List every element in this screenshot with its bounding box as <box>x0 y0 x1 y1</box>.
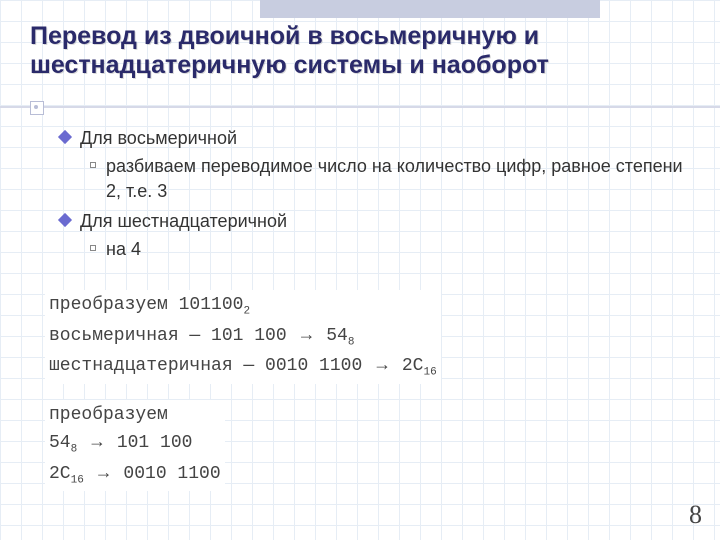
code-text: 2C <box>391 356 423 376</box>
subscript: 8 <box>71 444 78 456</box>
arrow-icon: → <box>373 354 391 374</box>
diamond-icon <box>58 130 72 144</box>
example-line: преобразуем 1011002 <box>49 292 437 321</box>
bullet-text: Для шестнадцатеричной <box>80 209 287 233</box>
example-line: шестнадцатеричная — 0010 1100 → 2C16 <box>49 351 437 382</box>
header-accent-bar <box>260 0 600 18</box>
code-text: 54 <box>315 326 347 346</box>
divider-line <box>0 106 720 108</box>
subscript: 2 <box>243 306 250 318</box>
example-line: преобразуем <box>49 402 221 428</box>
square-icon <box>90 245 96 251</box>
example-block-2: преобразуем 548 → 101 100 2C16 → 0010 11… <box>45 400 225 491</box>
code-text: шестнадцатеричная — 0010 1100 <box>49 356 373 376</box>
arrow-icon: → <box>297 324 315 344</box>
code-text: 101 100 <box>106 433 192 453</box>
code-text: преобразуем <box>49 405 168 425</box>
code-text: 0010 1100 <box>113 464 221 484</box>
bullet-text: на 4 <box>106 237 141 261</box>
code-text: 2C <box>49 464 71 484</box>
diamond-icon <box>58 213 72 227</box>
slide-title: Перевод из двоичной в восьмеричную и шес… <box>30 22 700 80</box>
code-text: преобразуем 101100 <box>49 295 243 315</box>
bullet-lvl2: разбиваем переводимое число на количеств… <box>90 154 690 203</box>
content-area: Для восьмеричной разбиваем переводимое ч… <box>60 120 690 265</box>
code-text: восьмеричная — 101 100 <box>49 326 297 346</box>
page-number: 8 <box>689 500 702 530</box>
bullet-lvl1: Для шестнадцатеричной <box>60 209 690 233</box>
arrow-icon: → <box>95 462 113 482</box>
square-icon <box>90 162 96 168</box>
bullet-text: Для восьмеричной <box>80 126 237 150</box>
bullet-lvl1: Для восьмеричной <box>60 126 690 150</box>
subscript: 16 <box>71 474 84 486</box>
subscript: 16 <box>423 367 436 379</box>
bullet-text: разбиваем переводимое число на количеств… <box>106 154 690 203</box>
arrow-icon: → <box>88 431 106 451</box>
example-block-1: преобразуем 1011002 восьмеричная — 101 1… <box>45 290 441 384</box>
example-line: 548 → 101 100 <box>49 428 221 459</box>
example-line: 2C16 → 0010 1100 <box>49 459 221 490</box>
bullet-lvl2: на 4 <box>90 237 690 261</box>
subscript: 8 <box>348 336 355 348</box>
example-line: восьмеричная — 101 100 → 548 <box>49 321 437 352</box>
code-text: 54 <box>49 433 71 453</box>
